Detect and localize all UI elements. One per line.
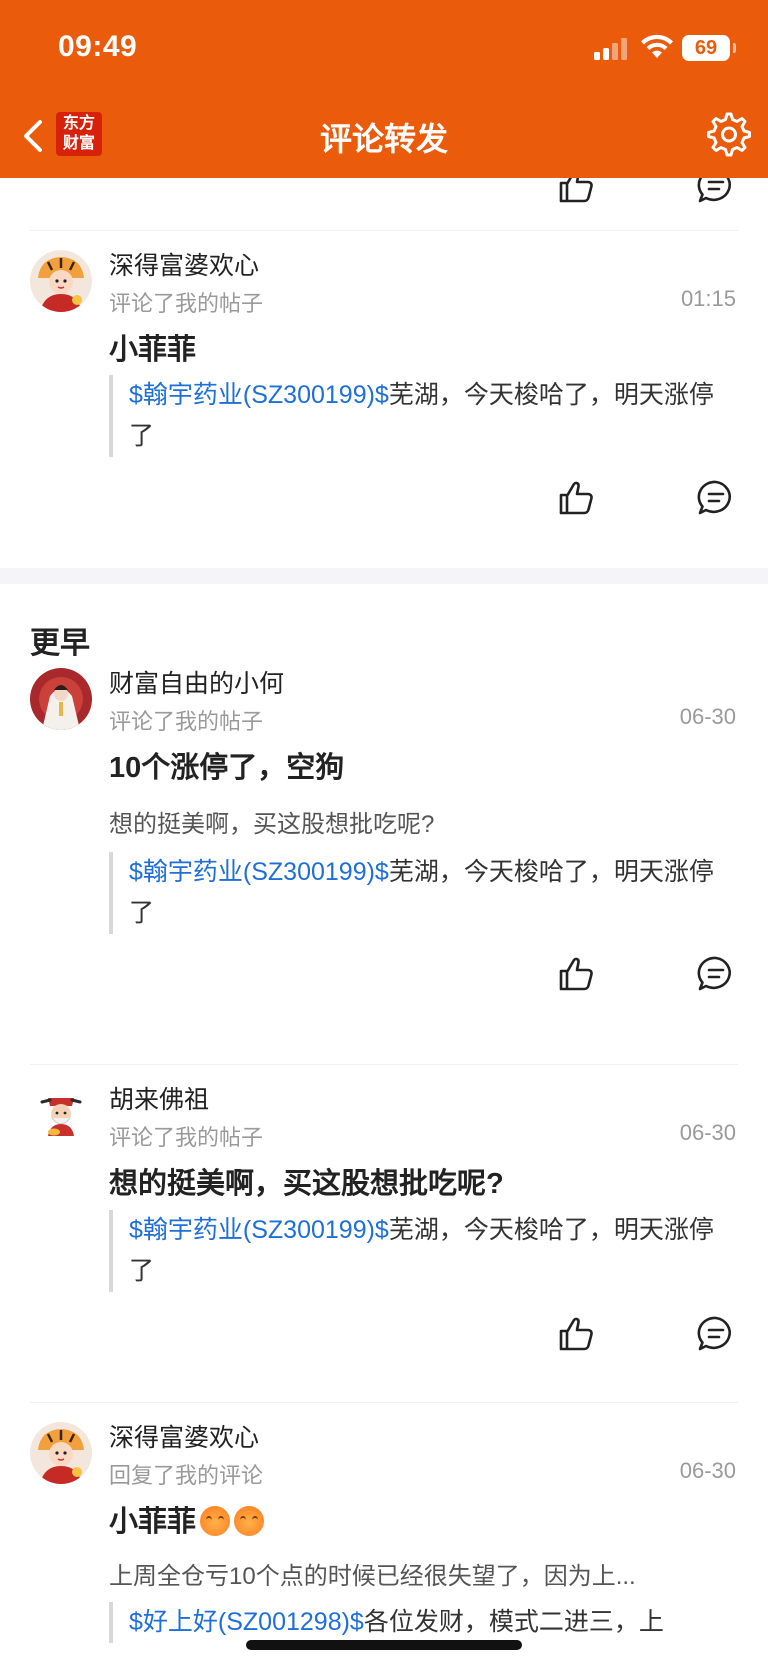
thumbs-up-icon — [559, 957, 593, 991]
user-name[interactable]: 深得富婆欢心 — [109, 246, 259, 282]
comment-title-text: 小菲菲 — [109, 1506, 197, 1538]
reply-button[interactable] — [696, 1314, 736, 1354]
notification-list[interactable]: 深得富婆欢心 评论了我的帖子 01:15 小菲菲 $翰宇药业(SZ300199)… — [0, 178, 768, 1663]
quoted-post[interactable]: $翰宇药业(SZ300199)$芜湖，今天梭哈了，明天涨停了 — [109, 1210, 735, 1292]
timestamp: 06-30 — [679, 1120, 736, 1145]
comment-title: 小菲菲 — [109, 1498, 265, 1540]
comment-title: 10个涨停了，空狗 — [109, 752, 345, 784]
quote-text: 各位发财，模式二进三，上 — [363, 1608, 664, 1636]
action-text: 评论了我的帖子 — [109, 709, 264, 734]
like-button[interactable] — [556, 954, 596, 994]
thumbs-up-icon — [559, 481, 593, 515]
previous-item-actions — [0, 178, 768, 206]
timestamp: 01:15 — [680, 286, 736, 311]
stock-link[interactable]: $好上好(SZ001298)$ — [129, 1608, 364, 1636]
quoted-post[interactable]: $好上好(SZ001298)$各位发财，模式二进三，上 — [109, 1602, 735, 1643]
cellular-signal-icon — [594, 36, 630, 60]
tiger-costume-avatar-icon — [30, 250, 92, 312]
comment-title: 想的挺美啊，买这股想批吃呢? — [109, 1168, 504, 1200]
page-title: 评论转发 — [319, 121, 448, 157]
comment-icon — [697, 1316, 731, 1351]
divider — [30, 230, 738, 231]
thumbs-up-icon — [559, 178, 593, 203]
action-text: 评论了我的帖子 — [109, 1125, 264, 1150]
comment-icon — [697, 480, 731, 515]
quoted-post[interactable]: $翰宇药业(SZ300199)$芜湖，今天梭哈了，明天涨停了 — [109, 852, 735, 934]
action-text: 评论了我的帖子 — [109, 291, 264, 316]
list-item[interactable]: 深得富婆欢心 评论了我的帖子 01:15 小菲菲 $翰宇药业(SZ300199)… — [0, 230, 768, 570]
list-item[interactable]: 财富自由的小何 评论了我的帖子 06-30 10个涨停了，空狗 想的挺美啊，买这… — [0, 668, 768, 1042]
nav-bar: 东方 财富 评论转发 — [0, 96, 768, 178]
status-time: 09:49 — [58, 30, 138, 63]
thumbs-up-icon — [559, 1317, 593, 1351]
home-indicator[interactable] — [246, 1640, 522, 1650]
timestamp: 06-30 — [679, 704, 736, 729]
quoted-post[interactable]: $翰宇药业(SZ300199)$芜湖，今天梭哈了，明天涨停了 — [109, 375, 735, 457]
blushing-face-emoji-icon — [234, 1506, 265, 1536]
list-item[interactable]: 胡来佛祖 评论了我的帖子 06-30 想的挺美啊，买这股想批吃呢? $翰宇药业(… — [0, 1064, 768, 1398]
avatar[interactable] — [30, 1422, 92, 1484]
section-header-earlier: 更早 — [30, 627, 90, 660]
tiger-costume-avatar-icon — [30, 1422, 92, 1484]
wifi-icon — [640, 34, 674, 60]
comment-icon — [697, 178, 731, 203]
blushing-face-emoji-icon — [200, 1506, 231, 1536]
gear-icon — [707, 112, 751, 157]
timestamp: 06-30 — [679, 1458, 736, 1483]
app-header: 09:49 69 东方 财富 评论转发 — [0, 0, 768, 178]
reply-button[interactable] — [696, 954, 736, 994]
divider — [30, 1064, 738, 1065]
like-button[interactable] — [556, 478, 596, 518]
stock-link[interactable]: $翰宇药业(SZ300199)$ — [129, 1216, 389, 1244]
like-button[interactable] — [556, 1314, 596, 1354]
like-button[interactable] — [556, 178, 596, 206]
reply-button[interactable] — [696, 178, 736, 206]
fortune-god-avatar-icon — [30, 1084, 92, 1146]
avatar[interactable] — [30, 1084, 92, 1146]
battery-icon: 69 — [682, 35, 736, 61]
original-comment: 上周全仓亏10个点的时候已经很失望了，因为上... — [109, 1563, 636, 1590]
status-bar: 09:49 69 — [0, 0, 768, 96]
comment-title: 小菲菲 — [109, 334, 197, 366]
list-item[interactable]: 深得富婆欢心 回复了我的评论 06-30 小菲菲 上周全仓亏10个点的时候已经很… — [0, 1402, 768, 1663]
comment-icon — [697, 956, 731, 991]
user-name[interactable]: 财富自由的小何 — [109, 664, 284, 700]
original-comment: 想的挺美啊，买这股想批吃呢? — [109, 811, 435, 838]
avatar[interactable] — [30, 668, 92, 730]
stock-link[interactable]: $翰宇药业(SZ300199)$ — [129, 858, 389, 886]
user-name[interactable]: 胡来佛祖 — [109, 1080, 209, 1116]
user-name[interactable]: 深得富婆欢心 — [109, 1418, 259, 1454]
avatar[interactable] — [30, 250, 92, 312]
portrait-avatar-icon — [30, 668, 92, 730]
section-divider — [0, 568, 768, 584]
action-text: 回复了我的评论 — [109, 1463, 264, 1488]
stock-link[interactable]: $翰宇药业(SZ300199)$ — [129, 381, 389, 409]
divider — [30, 1402, 738, 1403]
reply-button[interactable] — [696, 478, 736, 518]
settings-button[interactable] — [706, 112, 752, 158]
